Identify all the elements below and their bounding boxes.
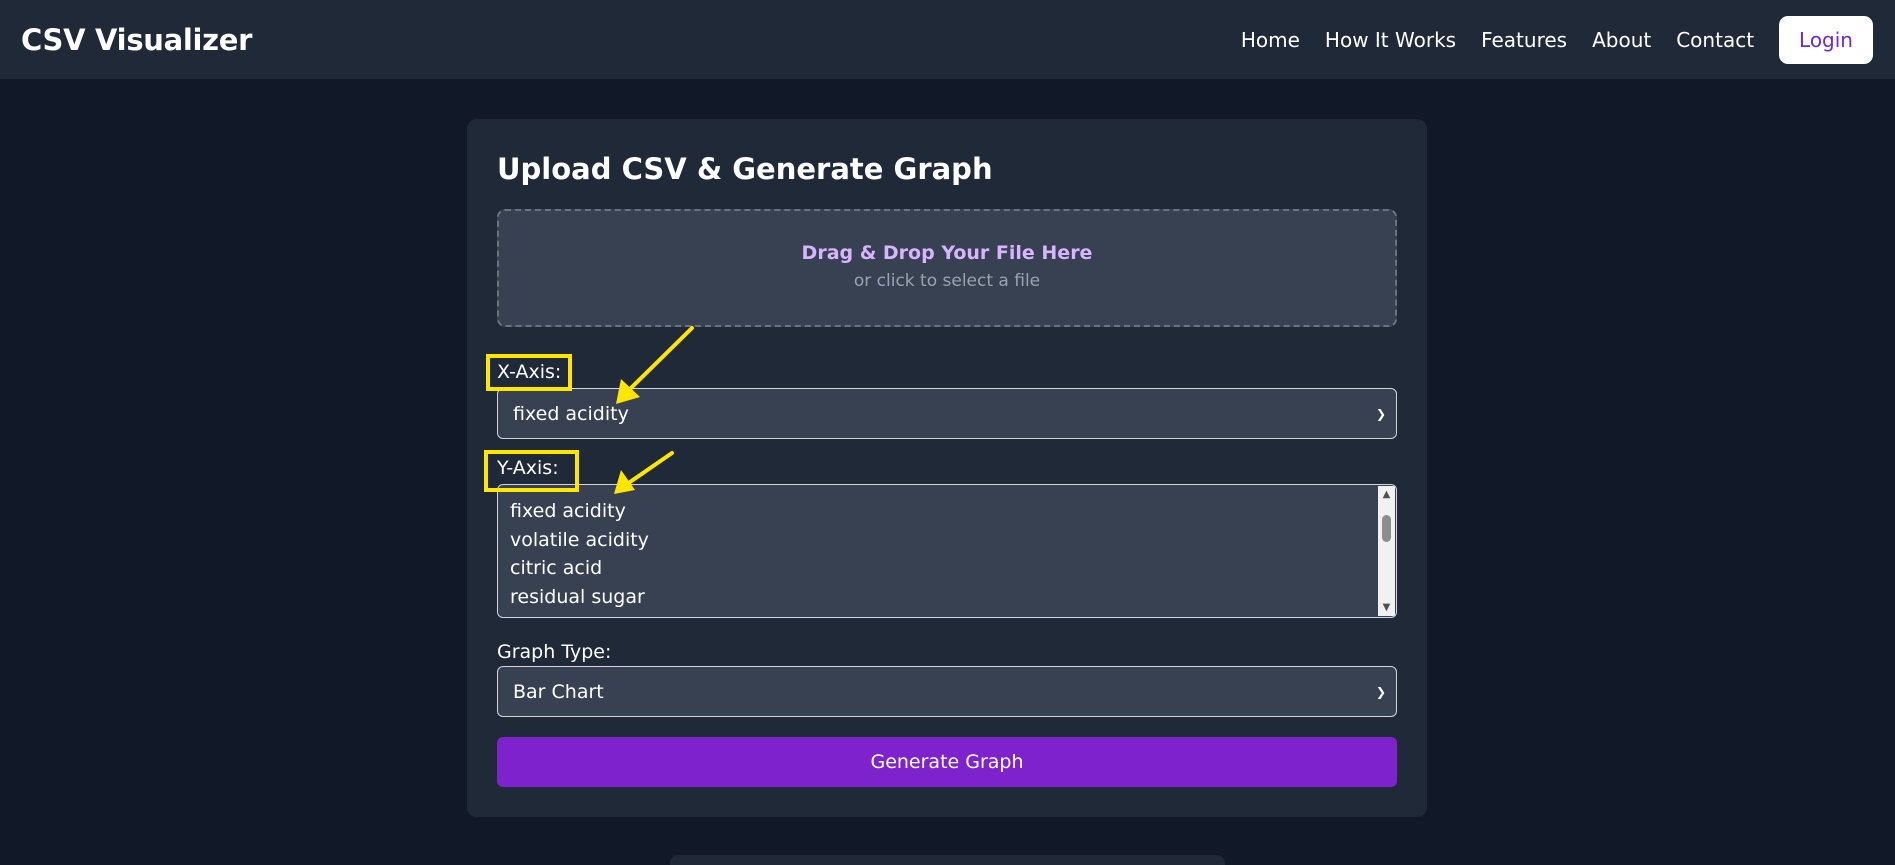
listbox-scrollbar[interactable]: ▲ ▼ xyxy=(1378,486,1395,616)
nav-link-about[interactable]: About xyxy=(1592,28,1651,52)
x-axis-highlight-box xyxy=(486,354,572,391)
x-axis-select[interactable]: fixed acidity ❯ xyxy=(497,388,1397,439)
nav-link-features[interactable]: Features xyxy=(1481,28,1567,52)
card-title: Upload CSV & Generate Graph xyxy=(497,152,993,186)
nav-link-how-it-works[interactable]: How It Works xyxy=(1325,28,1456,52)
scrollbar-thumb[interactable] xyxy=(1382,515,1391,542)
y-axis-option[interactable]: residual sugar xyxy=(510,583,649,612)
y-axis-option[interactable]: citric acid xyxy=(510,554,649,583)
scroll-up-arrow-icon[interactable]: ▲ xyxy=(1378,486,1395,503)
y-axis-highlight-box xyxy=(484,450,579,492)
navbar: CSV Visualizer Home How It Works Feature… xyxy=(0,0,1895,79)
x-axis-selected-value: fixed acidity xyxy=(513,402,629,425)
nav-links: Home How It Works Features About Contact… xyxy=(1241,15,1873,64)
chevron-down-icon: ❯ xyxy=(1375,684,1386,699)
dropzone-title: Drag & Drop Your File Here xyxy=(801,241,1093,264)
file-dropzone[interactable]: Drag & Drop Your File Here or click to s… xyxy=(497,209,1397,327)
next-panel-edge xyxy=(670,855,1225,865)
chevron-down-icon: ❯ xyxy=(1375,406,1386,421)
y-axis-option[interactable]: chlorides xyxy=(510,611,649,617)
nav-link-contact[interactable]: Contact xyxy=(1676,28,1754,52)
y-axis-multiselect[interactable]: fixed acidity volatile acidity citric ac… xyxy=(497,484,1397,618)
brand-logo[interactable]: CSV Visualizer xyxy=(21,23,252,57)
scroll-down-arrow-icon[interactable]: ▼ xyxy=(1378,599,1395,616)
y-axis-option[interactable]: fixed acidity xyxy=(510,497,649,526)
y-axis-option[interactable]: volatile acidity xyxy=(510,526,649,555)
generate-graph-button[interactable]: Generate Graph xyxy=(497,737,1397,787)
upload-card: Upload CSV & Generate Graph Drag & Drop … xyxy=(467,119,1427,817)
graph-type-select[interactable]: Bar Chart ❯ xyxy=(497,666,1397,717)
dropzone-subtitle: or click to select a file xyxy=(853,270,1041,291)
login-button[interactable]: Login xyxy=(1779,15,1873,64)
y-axis-options: fixed acidity volatile acidity citric ac… xyxy=(510,497,649,617)
nav-link-home[interactable]: Home xyxy=(1241,28,1300,52)
graph-type-label: Graph Type: xyxy=(497,641,612,663)
graph-type-selected-value: Bar Chart xyxy=(513,680,604,703)
